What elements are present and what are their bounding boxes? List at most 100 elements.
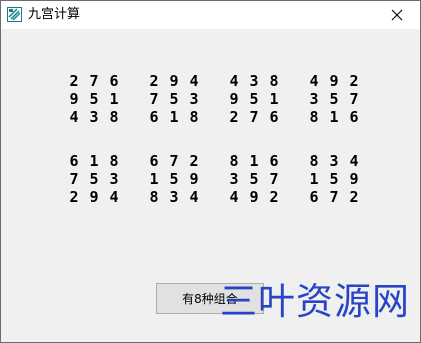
magic-square-cell: 7	[149, 90, 159, 108]
magic-square-row: 753	[147, 90, 203, 108]
magic-square-cell: 6	[109, 72, 119, 90]
magic-square-cell: 9	[89, 188, 99, 206]
magic-square-cell: 4	[109, 188, 119, 206]
magic-square-row: 753	[67, 170, 123, 188]
magic-square-cell: 9	[169, 72, 179, 90]
magic-square-6: 672159834	[147, 152, 203, 206]
magic-square-cell: 1	[309, 170, 319, 188]
magic-square-cell: 7	[329, 188, 339, 206]
magic-square-cell: 1	[329, 108, 339, 126]
magic-square-cell: 6	[69, 152, 79, 170]
magic-square-row: 492	[307, 72, 363, 90]
magic-square-row: 276	[227, 108, 283, 126]
magic-square-cell: 8	[149, 188, 159, 206]
magic-square-row: 276	[67, 72, 123, 90]
magic-square-cell: 2	[189, 152, 199, 170]
magic-square-cell: 8	[269, 72, 279, 90]
magic-square-cell: 3	[309, 90, 319, 108]
magic-square-row: 294	[67, 188, 123, 206]
magic-square-cell: 6	[309, 188, 319, 206]
magic-square-cell: 6	[349, 108, 359, 126]
magic-square-cell: 2	[69, 188, 79, 206]
magic-square-1: 276951438	[67, 72, 123, 126]
magic-square-cell: 1	[109, 90, 119, 108]
magic-square-row: 951	[67, 90, 123, 108]
magic-square-row: 357	[307, 90, 363, 108]
magic-square-cell: 7	[249, 108, 259, 126]
magic-square-cell: 5	[169, 170, 179, 188]
magic-square-row: 816	[227, 152, 283, 170]
magic-square-cell: 5	[329, 90, 339, 108]
magic-square-row: 357	[227, 170, 283, 188]
magic-square-cell: 1	[149, 170, 159, 188]
magic-square-cell: 8	[229, 152, 239, 170]
magic-square-cell: 2	[229, 108, 239, 126]
magic-square-2: 294753618	[147, 72, 203, 126]
magic-square-cell: 6	[149, 108, 159, 126]
magic-square-cell: 3	[109, 170, 119, 188]
magic-square-row: 834	[147, 188, 203, 206]
magic-square-cell: 5	[169, 90, 179, 108]
magic-square-5: 618753294	[67, 152, 123, 206]
title-bar[interactable]: 九宫计算	[1, 1, 420, 29]
magic-square-cell: 2	[149, 72, 159, 90]
client-area: 2769514382947536184389512764923578166187…	[1, 29, 420, 342]
magic-square-cell: 2	[69, 72, 79, 90]
magic-square-cell: 3	[169, 188, 179, 206]
magic-square-cell: 4	[229, 188, 239, 206]
magic-square-cell: 9	[229, 90, 239, 108]
magic-square-cell: 4	[69, 108, 79, 126]
magic-square-cell: 9	[189, 170, 199, 188]
magic-square-cell: 5	[249, 90, 259, 108]
magic-square-cell: 8	[189, 108, 199, 126]
magic-square-cell: 7	[349, 90, 359, 108]
magic-square-8: 834159672	[307, 152, 363, 206]
magic-square-cell: 1	[169, 108, 179, 126]
magic-square-cell: 3	[229, 170, 239, 188]
magic-square-cell: 9	[69, 90, 79, 108]
magic-square-cell: 8	[109, 152, 119, 170]
magic-square-cell: 9	[329, 72, 339, 90]
magic-square-cell: 3	[89, 108, 99, 126]
magic-square-cell: 5	[249, 170, 259, 188]
magic-square-cell: 5	[89, 90, 99, 108]
magic-square-cell: 3	[329, 152, 339, 170]
magic-square-cell: 4	[189, 188, 199, 206]
magic-square-3: 438951276	[227, 72, 283, 126]
magic-square-row: 672	[147, 152, 203, 170]
magic-square-cell: 2	[349, 72, 359, 90]
magic-square-cell: 4	[189, 72, 199, 90]
magic-square-cell: 8	[309, 108, 319, 126]
magic-square-cell: 3	[189, 90, 199, 108]
magic-square-cell: 7	[169, 152, 179, 170]
magic-square-cell: 4	[309, 72, 319, 90]
magic-square-row: 294	[147, 72, 203, 90]
magic-square-row: 618	[67, 152, 123, 170]
magic-square-cell: 2	[269, 188, 279, 206]
close-button[interactable]	[374, 1, 420, 29]
magic-square-row: 159	[147, 170, 203, 188]
magic-square-cell: 7	[89, 72, 99, 90]
magic-square-cell: 1	[249, 152, 259, 170]
magic-square-cell: 3	[249, 72, 259, 90]
magic-square-row: 618	[147, 108, 203, 126]
magic-square-cell: 9	[349, 170, 359, 188]
magic-square-cell: 6	[269, 152, 279, 170]
magic-square-cell: 8	[309, 152, 319, 170]
watermark-text: 三叶资源网	[220, 280, 410, 323]
magic-square-row: 492	[227, 188, 283, 206]
magic-square-cell: 8	[109, 108, 119, 126]
magic-square-cell: 2	[349, 188, 359, 206]
close-icon	[391, 9, 403, 21]
app-icon	[7, 7, 22, 22]
magic-square-cell: 7	[269, 170, 279, 188]
magic-square-row: 438	[227, 72, 283, 90]
magic-square-cell: 5	[89, 170, 99, 188]
magic-square-cell: 5	[329, 170, 339, 188]
magic-square-cell: 6	[269, 108, 279, 126]
magic-square-row: 438	[67, 108, 123, 126]
magic-square-7: 816357492	[227, 152, 283, 206]
app-window: 九宫计算 27695143829475361843895127649235781…	[0, 0, 421, 343]
magic-square-row: 951	[227, 90, 283, 108]
magic-square-cell: 6	[149, 152, 159, 170]
